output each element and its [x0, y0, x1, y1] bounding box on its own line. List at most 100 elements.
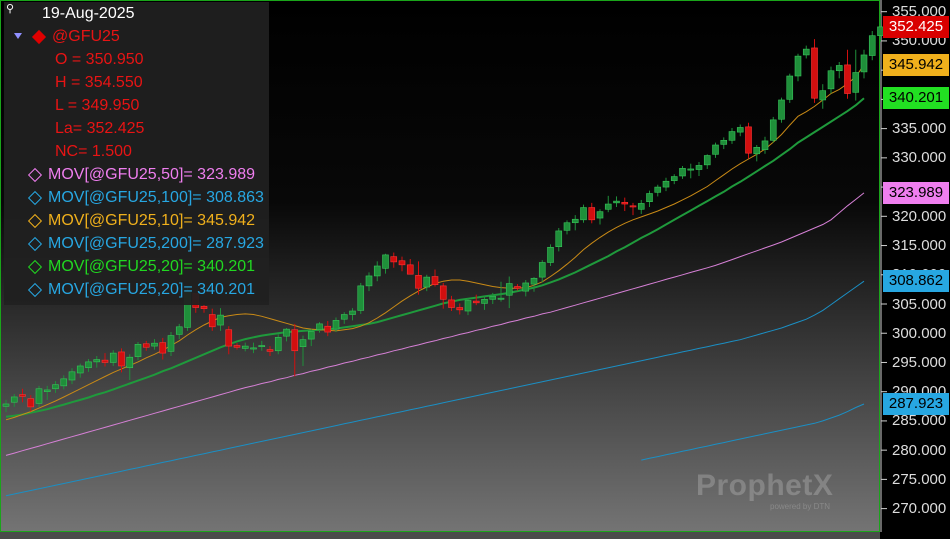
candle-body	[555, 230, 563, 248]
candle-body	[687, 168, 695, 171]
candle-body	[415, 275, 422, 289]
symbol-diamond-icon	[31, 29, 47, 45]
candle-body	[217, 314, 224, 326]
candle-body	[250, 347, 257, 350]
dtn-logo: powered by DTN	[770, 502, 831, 511]
candle-body	[811, 47, 818, 99]
chart-date: 19-Aug-2025	[42, 5, 135, 22]
open-value: O = 350.950	[55, 51, 144, 68]
indicator-row[interactable]: MOV[@GFU25,100]= 308.863	[27, 187, 264, 209]
candle-body	[316, 323, 323, 331]
candle-body	[794, 55, 802, 77]
candle-body	[835, 65, 843, 72]
candle-body	[827, 70, 835, 90]
candle-body	[382, 254, 389, 269]
candle-body	[646, 193, 653, 202]
candle-body	[786, 75, 794, 100]
price-tag: 287.923	[883, 392, 949, 415]
indicator-row[interactable]: MOV[@GFU25,20]= 340.201	[27, 256, 256, 278]
candle-body	[35, 388, 43, 404]
last-value: La= 352.425	[55, 120, 145, 137]
indicator-row[interactable]: MOV[@GFU25,50]= 323.989	[27, 164, 255, 186]
price-tag: 308.862	[883, 270, 949, 293]
price-tick-label: 330.000	[892, 149, 947, 167]
diamond-icon	[27, 236, 43, 252]
price-tick-label: 335.000	[892, 120, 947, 138]
candle	[769, 116, 777, 143]
candle-body	[19, 394, 26, 397]
candle-body	[93, 359, 101, 363]
candle-body	[761, 140, 769, 150]
legend-panel: ⚲ 19-Aug-2025 @GFU25 O = 350.950 H = 354…	[4, 2, 269, 305]
indicator-label: MOV[@GFU25,200]= 287.923	[48, 235, 264, 252]
price-tick-label: 285.000	[892, 412, 947, 430]
diamond-icon	[27, 282, 43, 298]
candle-body	[588, 207, 596, 221]
candle-body	[736, 127, 744, 133]
candle-body	[208, 314, 216, 328]
indicator-label: MOV[@GFU25,10]= 345.942	[48, 212, 256, 229]
price-axis[interactable]: 355.000350.000345.000340.000335.000330.0…	[880, 0, 950, 539]
symbol-name[interactable]: @GFU25	[52, 26, 120, 48]
candle-body	[27, 398, 35, 408]
high-value: H = 354.550	[55, 74, 143, 91]
candle	[357, 282, 365, 314]
candle	[745, 122, 752, 159]
price-tick-label: 275.000	[892, 470, 947, 488]
candle-body	[109, 352, 117, 363]
candle-body	[439, 285, 447, 300]
indicator-label: MOV[@GFU25,20]= 340.201	[48, 258, 256, 275]
candle	[580, 204, 587, 223]
candle-body	[522, 282, 530, 292]
candle-body	[679, 168, 686, 177]
diamond-icon	[27, 167, 43, 183]
candle-body	[76, 365, 84, 374]
candle-body	[695, 165, 703, 170]
candle-body	[159, 342, 167, 354]
candle-body	[530, 277, 538, 285]
candle-body	[538, 262, 546, 278]
candle-body	[703, 155, 711, 166]
diamond-icon	[27, 190, 43, 206]
collapse-arrow-icon[interactable]	[14, 33, 22, 39]
candle-body	[481, 299, 488, 304]
candle-body	[101, 359, 109, 363]
candle-body	[307, 331, 315, 340]
candle-body	[291, 329, 299, 352]
candle-body	[852, 72, 860, 93]
indicator-row[interactable]: MOV[@GFU25,200]= 287.923	[27, 233, 264, 255]
indicator-row[interactable]: MOV[@GFU25,20]= 340.201	[27, 279, 255, 301]
candle	[811, 39, 818, 103]
candle-body	[233, 345, 241, 348]
price-tick-label: 295.000	[892, 353, 947, 371]
candle-body	[613, 200, 620, 204]
price-tag: 352.425	[883, 15, 949, 38]
prophetx-logo: ProphetX	[696, 469, 834, 502]
indicator-row[interactable]: MOV[@GFU25,10]= 345.942	[27, 210, 256, 232]
candle-body	[200, 306, 208, 309]
candle-body	[2, 403, 10, 407]
candle	[778, 97, 785, 123]
candle-body	[596, 211, 604, 219]
candle-body	[819, 90, 827, 101]
candle-body	[43, 389, 51, 392]
candle-body	[637, 203, 645, 210]
candle-body	[654, 186, 662, 193]
candle-body	[505, 283, 513, 296]
candle-body	[118, 351, 125, 367]
indicator-label: MOV[@GFU25,100]= 308.863	[48, 189, 264, 206]
candle-body	[126, 356, 134, 369]
diamond-icon	[27, 259, 43, 275]
candle-body	[547, 246, 554, 263]
candle-body	[604, 203, 612, 210]
candle-body	[720, 140, 728, 145]
candle-body	[340, 314, 348, 320]
candle	[786, 73, 794, 103]
candle-body	[357, 285, 365, 311]
candle	[547, 244, 554, 266]
candle-body	[274, 337, 282, 352]
candle-body	[745, 126, 752, 154]
candle-body	[10, 396, 18, 403]
candle-body	[151, 342, 158, 347]
magnifier-icon[interactable]: ⚲	[6, 3, 18, 15]
